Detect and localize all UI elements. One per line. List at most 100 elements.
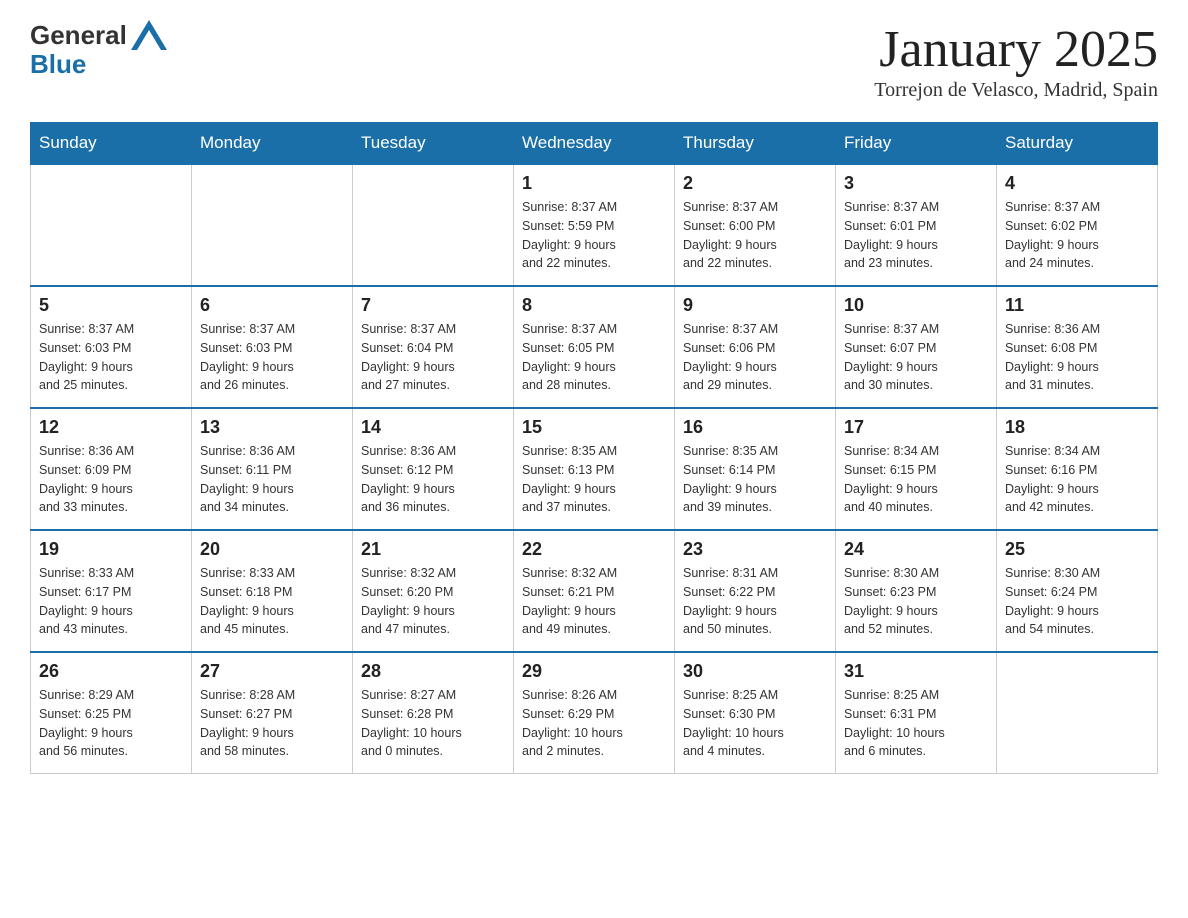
- day-number: 18: [1005, 417, 1149, 438]
- day-info: Sunrise: 8:32 AM Sunset: 6:21 PM Dayligh…: [522, 564, 666, 639]
- month-title: January 2025: [874, 20, 1158, 79]
- day-number: 23: [683, 539, 827, 560]
- header-day-saturday: Saturday: [997, 123, 1158, 165]
- day-info: Sunrise: 8:37 AM Sunset: 6:02 PM Dayligh…: [1005, 198, 1149, 273]
- day-number: 22: [522, 539, 666, 560]
- day-info: Sunrise: 8:37 AM Sunset: 6:07 PM Dayligh…: [844, 320, 988, 395]
- calendar-cell: 11Sunrise: 8:36 AM Sunset: 6:08 PM Dayli…: [997, 286, 1158, 408]
- day-number: 11: [1005, 295, 1149, 316]
- calendar-cell: 29Sunrise: 8:26 AM Sunset: 6:29 PM Dayli…: [514, 652, 675, 774]
- logo-triangle-icon: [131, 20, 167, 50]
- day-number: 19: [39, 539, 183, 560]
- calendar-cell: 14 Sunrise: 8:36 AM Sunset: 6:12 PM Dayli…: [353, 408, 514, 530]
- day-number: 5: [39, 295, 183, 316]
- calendar-cell: 7 Sunrise: 8:37 AM Sunset: 6:04 PM Daylig…: [353, 286, 514, 408]
- header-day-tuesday: Tuesday: [353, 123, 514, 165]
- day-info: Sunrise: 8:34 AM Sunset: 6:15 PM Dayligh…: [844, 442, 988, 517]
- header-day-thursday: Thursday: [675, 123, 836, 165]
- day-number: 21: [361, 539, 505, 560]
- calendar-cell: 26Sunrise: 8:29 AM Sunset: 6:25 PM Dayli…: [31, 652, 192, 774]
- calendar-cell: [997, 652, 1158, 774]
- day-info: Sunrise: 8:30 AM Sunset: 6:23 PM Dayligh…: [844, 564, 988, 639]
- calendar-cell: 22 Sunrise: 8:32 AM Sunset: 6:21 PM Dayli…: [514, 530, 675, 652]
- week-row-2: 5 Sunrise: 8:37 AM Sunset: 6:03 PM Daylig…: [31, 286, 1158, 408]
- header-day-friday: Friday: [836, 123, 997, 165]
- day-number: 7: [361, 295, 505, 316]
- calendar-cell: 28 Sunrise: 8:27 AM Sunset: 6:28 PM Dayli…: [353, 652, 514, 774]
- calendar-cell: 27Sunrise: 8:28 AM Sunset: 6:27 PM Dayli…: [192, 652, 353, 774]
- week-row-4: 19 Sunrise: 8:33 AM Sunset: 6:17 PM Dayli…: [31, 530, 1158, 652]
- day-number: 27: [200, 661, 344, 682]
- header-day-wednesday: Wednesday: [514, 123, 675, 165]
- calendar-cell: 4 Sunrise: 8:37 AM Sunset: 6:02 PM Daylig…: [997, 164, 1158, 286]
- calendar-cell: 24 Sunrise: 8:30 AM Sunset: 6:23 PM Dayli…: [836, 530, 997, 652]
- calendar-cell: 5 Sunrise: 8:37 AM Sunset: 6:03 PM Daylig…: [31, 286, 192, 408]
- day-info: Sunrise: 8:37 AM Sunset: 6:01 PM Dayligh…: [844, 198, 988, 273]
- calendar-cell: 2Sunrise: 8:37 AM Sunset: 6:00 PM Daylig…: [675, 164, 836, 286]
- day-info: Sunrise: 8:33 AM Sunset: 6:17 PM Dayligh…: [39, 564, 183, 639]
- day-number: 8: [522, 295, 666, 316]
- day-info: Sunrise: 8:33 AM Sunset: 6:18 PM Dayligh…: [200, 564, 344, 639]
- logo-blue-text: Blue: [30, 50, 86, 79]
- day-number: 31: [844, 661, 988, 682]
- calendar-cell: [353, 164, 514, 286]
- calendar-cell: 10Sunrise: 8:37 AM Sunset: 6:07 PM Dayli…: [836, 286, 997, 408]
- day-info: Sunrise: 8:27 AM Sunset: 6:28 PM Dayligh…: [361, 686, 505, 761]
- calendar-cell: 16 Sunrise: 8:35 AM Sunset: 6:14 PM Dayli…: [675, 408, 836, 530]
- day-number: 9: [683, 295, 827, 316]
- day-info: Sunrise: 8:37 AM Sunset: 5:59 PM Dayligh…: [522, 198, 666, 273]
- day-info: Sunrise: 8:37 AM Sunset: 6:03 PM Dayligh…: [200, 320, 344, 395]
- day-number: 16: [683, 417, 827, 438]
- calendar-cell: 8Sunrise: 8:37 AM Sunset: 6:05 PM Daylig…: [514, 286, 675, 408]
- calendar-cell: [192, 164, 353, 286]
- calendar-cell: 9 Sunrise: 8:37 AM Sunset: 6:06 PM Daylig…: [675, 286, 836, 408]
- day-number: 25: [1005, 539, 1149, 560]
- calendar-cell: 17 Sunrise: 8:34 AM Sunset: 6:15 PM Dayli…: [836, 408, 997, 530]
- day-number: 14: [361, 417, 505, 438]
- calendar-cell: 20 Sunrise: 8:33 AM Sunset: 6:18 PM Dayli…: [192, 530, 353, 652]
- calendar-header: SundayMondayTuesdayWednesdayThursdayFrid…: [31, 123, 1158, 165]
- day-info: Sunrise: 8:25 AM Sunset: 6:31 PM Dayligh…: [844, 686, 988, 761]
- day-info: Sunrise: 8:36 AM Sunset: 6:09 PM Dayligh…: [39, 442, 183, 517]
- logo-general-text: General: [30, 21, 127, 50]
- day-number: 3: [844, 173, 988, 194]
- day-info: Sunrise: 8:31 AM Sunset: 6:22 PM Dayligh…: [683, 564, 827, 639]
- calendar-cell: 18Sunrise: 8:34 AM Sunset: 6:16 PM Dayli…: [997, 408, 1158, 530]
- calendar-table: SundayMondayTuesdayWednesdayThursdayFrid…: [30, 122, 1158, 774]
- day-number: 12: [39, 417, 183, 438]
- page-header: General Blue January 2025 Torrejon de Ve…: [30, 20, 1158, 102]
- calendar-cell: 13Sunrise: 8:36 AM Sunset: 6:11 PM Dayli…: [192, 408, 353, 530]
- day-info: Sunrise: 8:37 AM Sunset: 6:06 PM Dayligh…: [683, 320, 827, 395]
- calendar-cell: 31 Sunrise: 8:25 AM Sunset: 6:31 PM Dayli…: [836, 652, 997, 774]
- day-number: 20: [200, 539, 344, 560]
- day-info: Sunrise: 8:26 AM Sunset: 6:29 PM Dayligh…: [522, 686, 666, 761]
- day-info: Sunrise: 8:36 AM Sunset: 6:11 PM Dayligh…: [200, 442, 344, 517]
- location-text: Torrejon de Velasco, Madrid, Spain: [874, 79, 1158, 102]
- day-number: 17: [844, 417, 988, 438]
- day-number: 30: [683, 661, 827, 682]
- logo: General Blue: [30, 20, 167, 79]
- day-number: 15: [522, 417, 666, 438]
- day-number: 6: [200, 295, 344, 316]
- day-info: Sunrise: 8:32 AM Sunset: 6:20 PM Dayligh…: [361, 564, 505, 639]
- day-info: Sunrise: 8:37 AM Sunset: 6:00 PM Dayligh…: [683, 198, 827, 273]
- day-info: Sunrise: 8:25 AM Sunset: 6:30 PM Dayligh…: [683, 686, 827, 761]
- week-row-3: 12 Sunrise: 8:36 AM Sunset: 6:09 PM Dayli…: [31, 408, 1158, 530]
- week-row-1: 1Sunrise: 8:37 AM Sunset: 5:59 PM Daylig…: [31, 164, 1158, 286]
- calendar-cell: 1Sunrise: 8:37 AM Sunset: 5:59 PM Daylig…: [514, 164, 675, 286]
- header-day-sunday: Sunday: [31, 123, 192, 165]
- day-info: Sunrise: 8:35 AM Sunset: 6:13 PM Dayligh…: [522, 442, 666, 517]
- day-info: Sunrise: 8:35 AM Sunset: 6:14 PM Dayligh…: [683, 442, 827, 517]
- day-info: Sunrise: 8:36 AM Sunset: 6:12 PM Dayligh…: [361, 442, 505, 517]
- day-number: 28: [361, 661, 505, 682]
- title-section: January 2025 Torrejon de Velasco, Madrid…: [874, 20, 1158, 102]
- day-number: 24: [844, 539, 988, 560]
- day-info: Sunrise: 8:37 AM Sunset: 6:03 PM Dayligh…: [39, 320, 183, 395]
- header-day-monday: Monday: [192, 123, 353, 165]
- day-number: 4: [1005, 173, 1149, 194]
- calendar-cell: 6 Sunrise: 8:37 AM Sunset: 6:03 PM Daylig…: [192, 286, 353, 408]
- day-info: Sunrise: 8:30 AM Sunset: 6:24 PM Dayligh…: [1005, 564, 1149, 639]
- day-info: Sunrise: 8:37 AM Sunset: 6:04 PM Dayligh…: [361, 320, 505, 395]
- calendar-cell: 23 Sunrise: 8:31 AM Sunset: 6:22 PM Dayli…: [675, 530, 836, 652]
- header-row: SundayMondayTuesdayWednesdayThursdayFrid…: [31, 123, 1158, 165]
